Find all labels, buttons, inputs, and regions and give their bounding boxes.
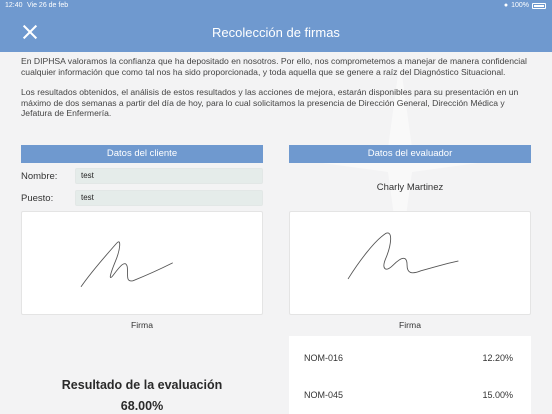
score-name: NOM-045	[304, 390, 344, 400]
evaluator-section-header: Datos del evaluador	[289, 145, 531, 163]
evaluator-signature-drawing	[347, 232, 459, 280]
evaluator-signature-pad[interactable]	[289, 211, 531, 315]
evaluator-signature-caption: Firma	[399, 320, 421, 330]
client-section-header: Datos del cliente	[21, 145, 263, 163]
status-right: ● 100%	[504, 2, 546, 9]
score-row: NOM-045 15.00%	[289, 386, 531, 406]
status-time: 12:40	[5, 2, 23, 9]
battery-icon	[532, 2, 546, 9]
intro-paragraph-2: Los resultados obtenidos, el análisis de…	[21, 87, 519, 119]
position-field[interactable]: test	[75, 190, 263, 206]
page-title: Recolección de firmas	[212, 25, 340, 40]
score-row: NOM-016 12.20%	[289, 349, 531, 369]
client-signature-pad[interactable]	[21, 211, 263, 315]
intro-paragraph-1: En DIPHSA valoramos la confianza que ha …	[21, 56, 527, 77]
score-value: 15.00%	[482, 390, 513, 400]
status-bar: 12:40 Vie 26 de feb ● 100%	[0, 0, 552, 12]
name-label: Nombre:	[21, 171, 58, 182]
client-signature-drawing	[80, 241, 173, 287]
status-date: Vie 26 de feb	[27, 2, 69, 9]
position-label: Puesto:	[21, 193, 54, 204]
score-name: NOM-016	[304, 353, 344, 363]
wifi-icon: ●	[503, 2, 509, 9]
result-title: Resultado de la evaluación	[61, 378, 223, 392]
battery-percent: 100%	[511, 2, 529, 9]
evaluator-name: Charly Martinez	[376, 182, 444, 193]
intro-text: En DIPHSA valoramos la confianza que ha …	[21, 56, 531, 119]
scores-list: NOM-016 12.20% NOM-045 15.00%	[289, 336, 531, 414]
client-signature-caption: Firma	[131, 320, 153, 330]
score-value: 12.20%	[482, 353, 513, 363]
result-value: 68.00%	[120, 399, 164, 413]
name-field[interactable]: test	[75, 168, 263, 184]
navigation-bar: Recolección de firmas	[0, 12, 552, 52]
